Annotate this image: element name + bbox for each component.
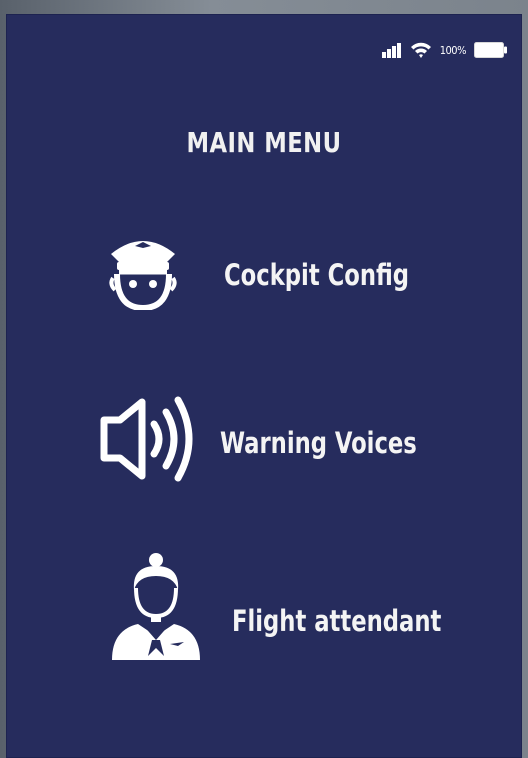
battery-percent: 100% (439, 43, 467, 57)
wifi-icon (410, 41, 432, 59)
status-bar: 100% (381, 40, 508, 60)
menu-label-cockpit-config: Cockpit Config (224, 258, 410, 292)
speaker-icon (100, 396, 193, 482)
menu-label-warning-voices: Warning Voices (220, 426, 417, 460)
device-frame: 100% MAIN MENU Cockpit Config Warning Vo… (0, 0, 528, 758)
battery-icon (474, 42, 508, 58)
page-title: MAIN MENU (186, 126, 342, 159)
menu-label-flight-attendant: Flight attendant (232, 604, 442, 638)
phone-screen: 100% MAIN MENU Cockpit Config Warning Vo… (6, 14, 522, 758)
flight-attendant-icon (112, 553, 200, 660)
menu-item-flight-attendant[interactable]: Flight attendant (6, 550, 522, 670)
signal-icon (381, 42, 402, 58)
menu-item-cockpit-config[interactable]: Cockpit Config (6, 216, 522, 336)
pilot-icon (109, 241, 177, 310)
menu-item-warning-voices[interactable]: Warning Voices (6, 388, 522, 508)
